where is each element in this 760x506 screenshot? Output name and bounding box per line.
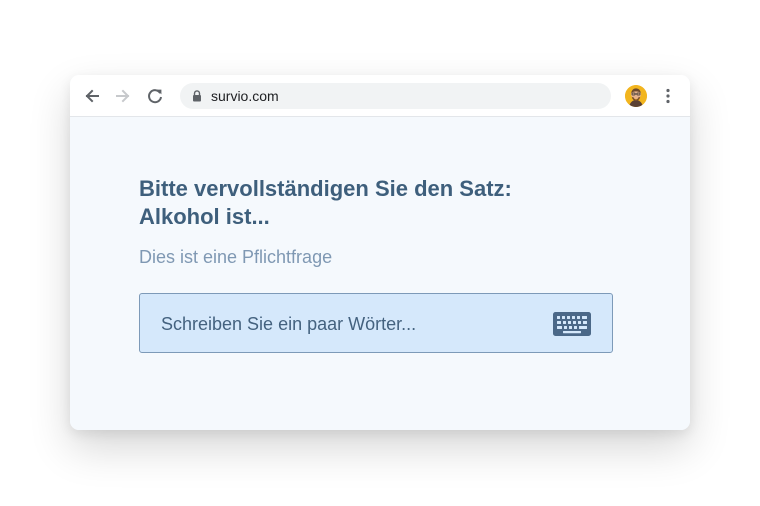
browser-window: survio.com Bitte vervollständigen Sie de… — [70, 75, 690, 430]
browser-toolbar: survio.com — [70, 75, 690, 117]
reload-icon — [148, 89, 162, 104]
keyboard-icon — [553, 312, 591, 336]
arrow-right-icon — [116, 89, 130, 103]
browser-menu-button[interactable] — [661, 86, 675, 106]
avatar-image — [625, 85, 647, 107]
question-title: Bitte vervollständigen Sie den Satz: Alk… — [139, 175, 609, 231]
forward-button[interactable] — [112, 85, 134, 107]
lock-icon — [193, 90, 201, 102]
question-title-line-1: Bitte vervollständigen Sie den Satz: — [139, 176, 512, 201]
arrow-left-icon — [85, 89, 99, 103]
back-button[interactable] — [81, 85, 103, 107]
answer-input-placeholder: Schreiben Sie ein paar Wörter... — [161, 314, 417, 334]
required-question-note: Dies ist eine Pflichtfrage — [139, 247, 333, 267]
address-bar-url: survio.com — [211, 88, 279, 104]
answer-input[interactable]: Schreiben Sie ein paar Wörter... — [139, 293, 613, 353]
profile-avatar[interactable] — [625, 85, 647, 107]
reload-button[interactable] — [144, 85, 166, 107]
more-vertical-icon — [666, 88, 670, 104]
survey-content: Bitte vervollständigen Sie den Satz: Alk… — [70, 117, 690, 430]
address-bar[interactable]: survio.com — [180, 83, 611, 109]
question-title-line-2: Alkohol ist... — [139, 204, 270, 229]
